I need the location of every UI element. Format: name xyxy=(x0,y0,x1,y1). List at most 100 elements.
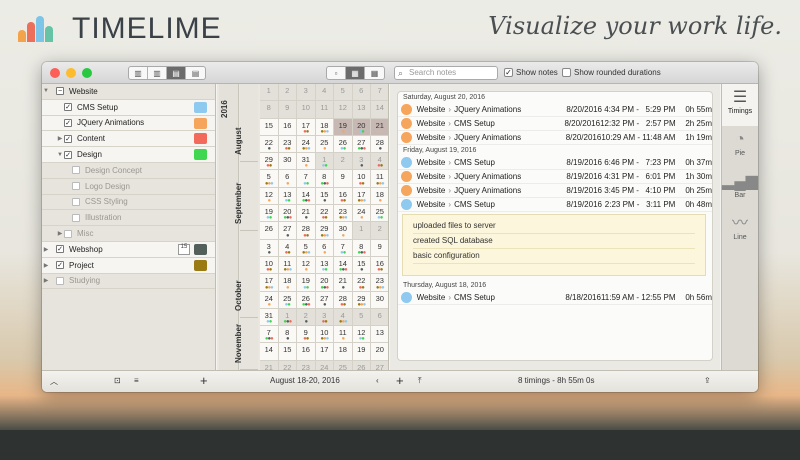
calendar-day-cell[interactable]: 5 xyxy=(334,84,353,102)
calendar-day-cell[interactable]: 20 xyxy=(371,343,388,361)
calendar-day-cell[interactable]: 16 xyxy=(297,343,316,361)
calendar-day-cell[interactable]: 8 ●●● xyxy=(352,239,371,257)
layout-option-1-icon[interactable]: ▥ xyxy=(129,67,148,79)
calendar-view-2-icon[interactable]: ▦ xyxy=(346,67,365,79)
month-label-august[interactable]: August xyxy=(234,84,258,162)
calendar-day-cell[interactable]: 9 xyxy=(371,239,388,257)
disclosure-collapsed-icon[interactable]: ▶ xyxy=(42,277,50,284)
calendar-day-cell[interactable]: 11 ●●● xyxy=(278,256,297,275)
calendar-day-cell[interactable]: 11 ●●● xyxy=(371,170,388,188)
calendar-day-cell[interactable]: 10 xyxy=(297,101,316,119)
calendar-day-cell[interactable]: 27 xyxy=(371,360,388,370)
calendar-day-cell[interactable]: 16 ●● xyxy=(371,256,388,275)
timing-row[interactable]: Website › JQuery Animations 8/19/2016 4:31 P… xyxy=(398,170,712,184)
calendar-day-cell[interactable]: 2 ● xyxy=(297,308,316,327)
calendar-day-cell[interactable]: 19 ● xyxy=(334,118,353,136)
calendar-day-cell[interactable]: 2 xyxy=(371,222,388,240)
calendar-day-cell[interactable]: 12 ● xyxy=(260,187,279,206)
calendar-day-cell[interactable]: 18 ●●● xyxy=(315,118,334,136)
sidebar-item-design[interactable]: ▼ ✓ Design xyxy=(42,147,215,163)
sidebar-item-misc[interactable]: ▶ Misc xyxy=(42,226,215,242)
calendar-day-cell[interactable]: 23 xyxy=(297,360,316,370)
show-notes-checkbox[interactable]: ✓ Show notes xyxy=(504,68,558,77)
calendar-day-cell[interactable]: 12 ●● xyxy=(352,326,371,344)
calendar-day-cell[interactable]: 27 ● xyxy=(315,291,334,309)
calendar-day-cell[interactable]: 5 ●●● xyxy=(260,170,279,188)
jump-to-top-icon[interactable]: ⤒ xyxy=(418,376,422,386)
calendar-day-cell[interactable]: 29 ●●● xyxy=(315,222,334,240)
disclosure-expanded-icon[interactable]: ▼ xyxy=(56,152,64,158)
calendar-day-cell[interactable]: 13 ●● xyxy=(278,187,297,206)
sidebar-item-jquery-animations[interactable]: ✓ JQuery Animations xyxy=(42,115,215,132)
timing-row[interactable]: Website › CMS Setup 8/19/2016 2:23 PM - 3:11… xyxy=(398,198,712,212)
calendar-day-cell[interactable]: 6 ● xyxy=(315,239,334,257)
calendar-day-cell[interactable]: 20 ●●● xyxy=(278,205,297,223)
calendar-day-cell[interactable]: 28 ●● xyxy=(297,222,316,240)
calendar-day-cell[interactable]: 10 ●●● xyxy=(315,326,334,344)
calendar-day-cell[interactable]: 22 ● xyxy=(260,135,279,154)
checkbox[interactable]: ✓ xyxy=(64,103,72,112)
calendar-day-cell[interactable]: 26 ●● xyxy=(334,135,353,154)
partial-checkbox[interactable]: − xyxy=(56,87,64,96)
calendar-day-cell[interactable]: 31 ●● xyxy=(260,308,279,327)
checkbox[interactable] xyxy=(56,276,64,285)
layout-option-3-icon[interactable]: ▤ xyxy=(167,67,186,79)
calendar-day-cell[interactable]: 22 xyxy=(278,360,297,370)
calendar-day-cell[interactable]: 25 ● xyxy=(315,135,334,154)
add-timing-button[interactable]: + xyxy=(396,373,404,388)
calendar-day-cell[interactable]: 1 xyxy=(352,222,371,240)
calendar-day-cell[interactable]: 13 ●● xyxy=(315,256,334,275)
calendar-day-cell[interactable]: 8 ● xyxy=(278,326,297,344)
calendar-day-cell[interactable]: 28 ●● xyxy=(334,291,353,309)
calendar-day-cell[interactable]: 11 ● xyxy=(334,326,353,344)
sidebar-item-design-concept[interactable]: Design Concept xyxy=(42,163,215,179)
calendar-badge-icon[interactable]: 15 xyxy=(178,243,190,255)
calendar-day-cell[interactable]: 26 xyxy=(352,360,371,370)
layout-option-2-icon[interactable]: ▥ xyxy=(148,67,167,79)
calendar-day-cell[interactable]: 9 xyxy=(278,101,297,119)
calendar-day-cell[interactable]: 15 xyxy=(278,343,297,361)
color-swatch[interactable] xyxy=(194,259,207,271)
sidebar-item-webshop[interactable]: ▶ ✓ Webshop 15 xyxy=(42,241,215,258)
calendar-day-cell[interactable]: 5 ●●● xyxy=(297,239,316,257)
calendar-day-cell[interactable]: 21 ● xyxy=(297,205,316,223)
minimize-window-button[interactable] xyxy=(66,68,76,78)
calendar-day-cell[interactable]: 12 xyxy=(334,101,353,119)
calendar-day-cell[interactable]: 14 xyxy=(371,101,388,119)
calendar-day-cell[interactable]: 27 ● xyxy=(278,222,297,240)
calendar-day-cell[interactable]: 3 ● xyxy=(352,153,371,171)
calendar-day-cell[interactable]: 18 xyxy=(334,343,353,361)
calendar-day-cell[interactable]: 14 ●●● xyxy=(297,187,316,206)
timing-row[interactable]: Website › CMS Setup 8/19/2016 6:46 PM - 7:23… xyxy=(398,156,712,170)
timing-row[interactable]: Website › CMS Setup 8/20/2016 12:32 PM - 2:5… xyxy=(398,117,712,131)
calendar-day-cell[interactable]: 23 ●●● xyxy=(334,205,353,223)
calendar-day-cell[interactable]: 1 ●● xyxy=(315,153,334,171)
calendar-day-cell[interactable]: 13 xyxy=(352,101,371,119)
list-options-icon[interactable]: ≡ xyxy=(134,376,139,385)
sidebar-item-studying[interactable]: ▶ Studying xyxy=(42,274,215,290)
calendar-day-cell[interactable]: 6 ● xyxy=(278,170,297,188)
calendar-day-cell[interactable]: 17 ●●● xyxy=(352,187,371,206)
checkbox[interactable] xyxy=(72,213,80,222)
calendar-day-cell[interactable]: 18 ● xyxy=(278,274,297,292)
color-swatch[interactable] xyxy=(194,133,207,145)
view-line-button[interactable]: 〰 Line xyxy=(722,210,758,252)
calendar-day-cell[interactable]: 30 ● xyxy=(334,222,353,240)
checkbox[interactable] xyxy=(72,182,80,191)
calendar-day-cell[interactable]: 18 ● xyxy=(371,187,388,206)
calendar-day-cell[interactable]: 25 ●● xyxy=(278,291,297,309)
share-icon[interactable]: ⇪ xyxy=(704,376,711,385)
calendar-day-cell[interactable]: 14 ●●● xyxy=(334,256,353,275)
zoom-window-button[interactable] xyxy=(82,68,92,78)
calendar-day-cell[interactable]: 7 xyxy=(371,84,388,102)
checkbox[interactable] xyxy=(72,166,80,175)
checkbox[interactable] xyxy=(72,197,80,206)
calendar-day-cell[interactable]: 24 xyxy=(315,360,334,370)
calendar-day-cell[interactable]: 30 xyxy=(278,153,297,171)
sidebar-item-website[interactable]: ▼ − Website xyxy=(42,84,215,100)
calendar-day-cell[interactable]: 3 ● xyxy=(260,239,279,257)
sidebar-item-illustration[interactable]: Illustration xyxy=(42,210,215,227)
search-input[interactable]: ⌕ Search notes xyxy=(394,66,498,80)
sidebar-item-project[interactable]: ▶ ✓ Project xyxy=(42,257,215,274)
calendar-day-cell[interactable]: 26 ●●● xyxy=(297,291,316,309)
